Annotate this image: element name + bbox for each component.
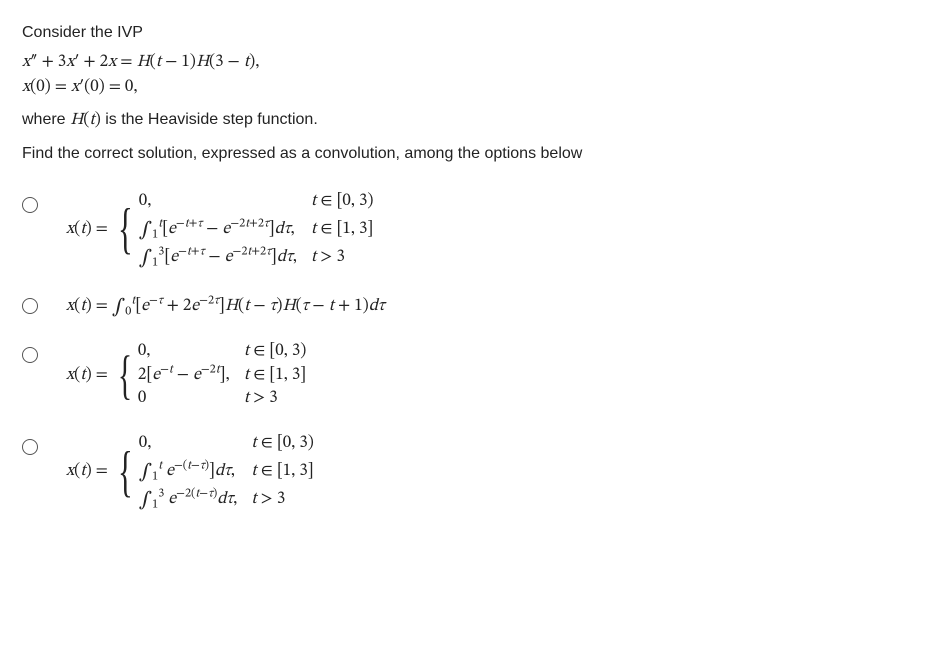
heaviside-post: is the Heaviside step function. xyxy=(101,111,318,128)
heaviside-pre: where xyxy=(22,111,70,128)
option-a[interactable]: x(t) = { 0, t ∈ [0, 3) ∫1t[e−t+τ − e−2t+… xyxy=(22,191,909,270)
prompt-text: Find the correct solution, expressed as … xyxy=(22,145,909,163)
option-c[interactable]: x(t) = { 0, t ∈ [0, 3) 2[e−t − e−2t], t … xyxy=(22,341,909,412)
ode-line-2: x(0) = x′(0) = 0, xyxy=(22,77,909,100)
radio-d[interactable] xyxy=(22,439,38,455)
option-c-expr: x(t) = { 0, t ∈ [0, 3) 2[e−t − e−2t], t … xyxy=(66,341,306,412)
option-b[interactable]: x(t) = ∫0t[e−τ + 2e−2τ]H(t − τ)H(τ − t +… xyxy=(22,292,909,319)
heaviside-note: where H(t) is the Heaviside step functio… xyxy=(22,110,909,133)
option-a-expr: x(t) = { 0, t ∈ [0, 3) ∫1t[e−t+τ − e−2t+… xyxy=(66,191,373,270)
ode-equations: x″ + 3x′ + 2x = H(t − 1)H(3 − t), x(0) =… xyxy=(22,52,909,100)
ode-line-1: x″ + 3x′ + 2x = H(t − 1)H(3 − t), xyxy=(22,52,909,75)
option-b-expr: x(t) = ∫0t[e−τ + 2e−2τ]H(t − τ)H(τ − t +… xyxy=(66,292,385,319)
option-d[interactable]: x(t) = { 0, t ∈ [0, 3) ∫1t e−(t−τ)]dτ, t… xyxy=(22,433,909,512)
radio-c[interactable] xyxy=(22,347,38,363)
radio-b[interactable] xyxy=(22,298,38,314)
option-d-expr: x(t) = { 0, t ∈ [0, 3) ∫1t e−(t−τ)]dτ, t… xyxy=(66,433,314,512)
intro-text: Consider the IVP xyxy=(22,24,909,42)
radio-a[interactable] xyxy=(22,197,38,213)
options-group: x(t) = { 0, t ∈ [0, 3) ∫1t[e−t+τ − e−2t+… xyxy=(22,191,909,512)
